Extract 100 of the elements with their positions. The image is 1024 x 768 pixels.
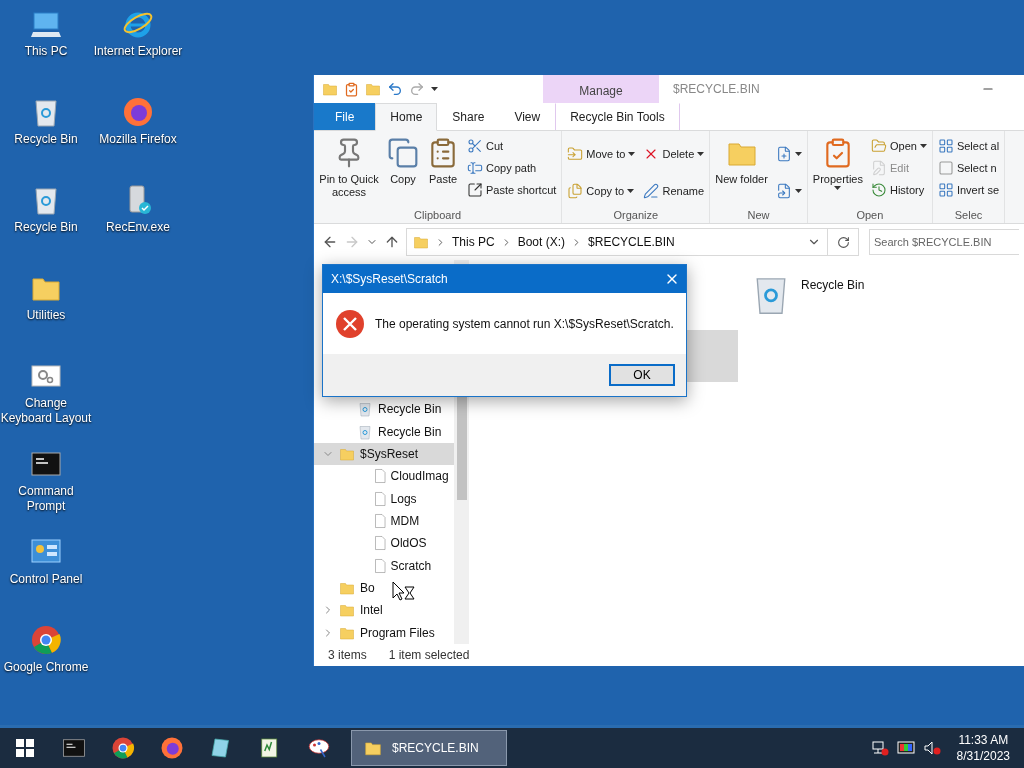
desktop-shortcut[interactable]: RecEnv.exe	[92, 180, 184, 268]
color-monitor-icon[interactable]	[896, 740, 915, 756]
ribbon-tab[interactable]: File	[314, 103, 376, 130]
network-error-icon[interactable]	[870, 740, 889, 756]
desktop-shortcut[interactable]: Internet Explorer	[92, 4, 184, 92]
ribbon-button[interactable]: Properties	[809, 135, 866, 192]
forward-arrow-icon	[344, 234, 360, 250]
desktop-shortcut[interactable]: Mozilla Firefox	[92, 92, 184, 180]
clock[interactable]: 11:33 AM 8/31/2023	[956, 732, 1010, 764]
tree-label: Logs	[390, 491, 417, 506]
folder-icon	[413, 234, 429, 250]
tree-item[interactable]: OldOS	[314, 532, 454, 555]
ribbon-button[interactable]: Select al	[934, 135, 1003, 157]
shortcut-label: Recycle Bin	[14, 132, 78, 147]
desktop-shortcut[interactable]: Utilities	[0, 268, 92, 356]
breadcrumb[interactable]: This PC	[452, 235, 495, 249]
back-arrow-icon	[322, 234, 338, 250]
shortcut-label: Command Prompt	[17, 484, 75, 514]
search-field[interactable]: Search $RECYCLE.BIN	[869, 229, 1019, 255]
desktop-shortcut[interactable]: Change Keyboard Layout	[0, 356, 92, 444]
ribbon-button[interactable]: Copy path	[464, 157, 560, 179]
breadcrumb[interactable]: $RECYCLE.BIN	[588, 235, 675, 249]
muted-speaker-icon[interactable]	[922, 740, 941, 756]
undo-icon[interactable]	[387, 81, 403, 97]
file-icon	[375, 468, 386, 485]
ribbon-button[interactable]: Copy	[384, 135, 422, 188]
ribbon-button[interactable]: Rename	[640, 179, 708, 202]
tree-item[interactable]: Recycle Bin	[314, 420, 454, 443]
breadcrumb[interactable]: Boot (X:)	[517, 235, 566, 249]
tree-item[interactable]: Program Files	[314, 621, 454, 644]
back-button[interactable]	[322, 234, 338, 250]
ribbon-button[interactable]: Move to	[564, 142, 639, 165]
tree-label: OldOS	[390, 536, 427, 551]
ribbon-button[interactable]: Copy to	[564, 179, 639, 202]
desktop-shortcut[interactable]: Google Chrome	[0, 620, 92, 708]
tree-item[interactable]: Scratch	[314, 554, 454, 577]
folder-icon	[365, 81, 381, 97]
tree-item[interactable]: Bo	[314, 576, 454, 600]
caret-icon	[628, 151, 636, 156]
error-icon	[335, 308, 365, 339]
ribbon-button[interactable]: Delete	[640, 142, 708, 165]
ribbon-tab[interactable]: Home	[375, 103, 438, 131]
group-title: Clipboard	[414, 209, 462, 221]
ribbon-button[interactable]: Paste shortcut	[464, 179, 560, 201]
caret-icon	[431, 87, 438, 91]
ribbon-button[interactable]: Select n	[934, 157, 1003, 179]
pen-icon	[643, 182, 660, 199]
ribbon-button[interactable]: Open	[868, 135, 930, 157]
file-icon	[375, 535, 386, 552]
windows-logo-icon	[15, 739, 34, 757]
desktop-shortcut[interactable]: Control Panel	[0, 532, 92, 620]
grid-icon	[937, 138, 954, 154]
shortcut-label: RecEnv.exe	[106, 220, 170, 235]
folder-icon	[364, 739, 382, 757]
tree-label: Bo	[360, 581, 375, 596]
tree-item[interactable]: CloudImag	[314, 465, 454, 488]
caret-icon	[794, 188, 802, 193]
ribbon-tab[interactable]: Recycle Bin Tools	[555, 103, 680, 130]
tree-item[interactable]: Intel	[314, 599, 454, 622]
firefox-logo-icon	[122, 96, 154, 128]
desktop-shortcut[interactable]: Recycle Bin	[0, 92, 92, 180]
open-folder-icon	[871, 138, 887, 154]
edit-file-icon	[871, 160, 887, 176]
taskbar-window-button[interactable]: $RECYCLE.BIN	[351, 730, 507, 766]
tree-label: CloudImag	[390, 469, 449, 484]
tree-label: Program Files	[360, 625, 435, 640]
shortcut-label: Mozilla Firefox	[99, 132, 177, 147]
desktop-shortcut[interactable]: Command Prompt	[0, 444, 92, 532]
refresh-button[interactable]	[828, 228, 859, 256]
square-icon	[937, 160, 954, 176]
firefox-logo-icon	[159, 736, 184, 760]
tree-item[interactable]: MDM	[314, 509, 454, 533]
ok-button[interactable]: OK	[609, 364, 675, 386]
ribbon-button[interactable]: Pin to Quick access	[316, 135, 382, 201]
grid-icon	[937, 182, 954, 198]
dialog-title: X:\$SysReset\Scratch	[331, 272, 448, 286]
tree-item[interactable]: Logs	[314, 487, 454, 510]
folder-icon	[339, 580, 355, 597]
tree-label: MDM	[390, 513, 420, 528]
address-bar[interactable]: This PC Boot (X:) $RECYCLE.BIN	[406, 228, 828, 256]
busy-cursor-icon	[392, 581, 416, 603]
ribbon-button[interactable]: Paste	[424, 135, 462, 188]
ribbon-button[interactable]: Invert se	[934, 179, 1003, 201]
error-message: The operating system cannot run X:\$SysReset\Scratch.	[375, 316, 674, 331]
file-icon	[375, 557, 386, 574]
desktop-shortcut[interactable]: This PC	[0, 4, 92, 92]
desktop-shortcut[interactable]: Recycle Bin	[0, 180, 92, 268]
ribbon-button[interactable]: Cut	[464, 135, 560, 157]
context-tab-header: Manage	[543, 75, 659, 103]
folder-icon	[322, 81, 338, 97]
ribbon-button[interactable]: New folder	[712, 135, 771, 188]
new-file-icon	[775, 145, 792, 162]
tree-item[interactable]: $SysReset	[314, 442, 454, 466]
ribbon-button[interactable]: History	[868, 179, 930, 201]
shortcut-label: Recycle Bin	[14, 220, 78, 235]
tree-item[interactable]: Recycle Bin	[314, 398, 454, 421]
file-icon	[375, 512, 386, 529]
file-item[interactable]: Recycle Bin	[749, 272, 865, 316]
checklist-icon[interactable]	[344, 81, 359, 97]
up-button[interactable]	[384, 234, 400, 250]
